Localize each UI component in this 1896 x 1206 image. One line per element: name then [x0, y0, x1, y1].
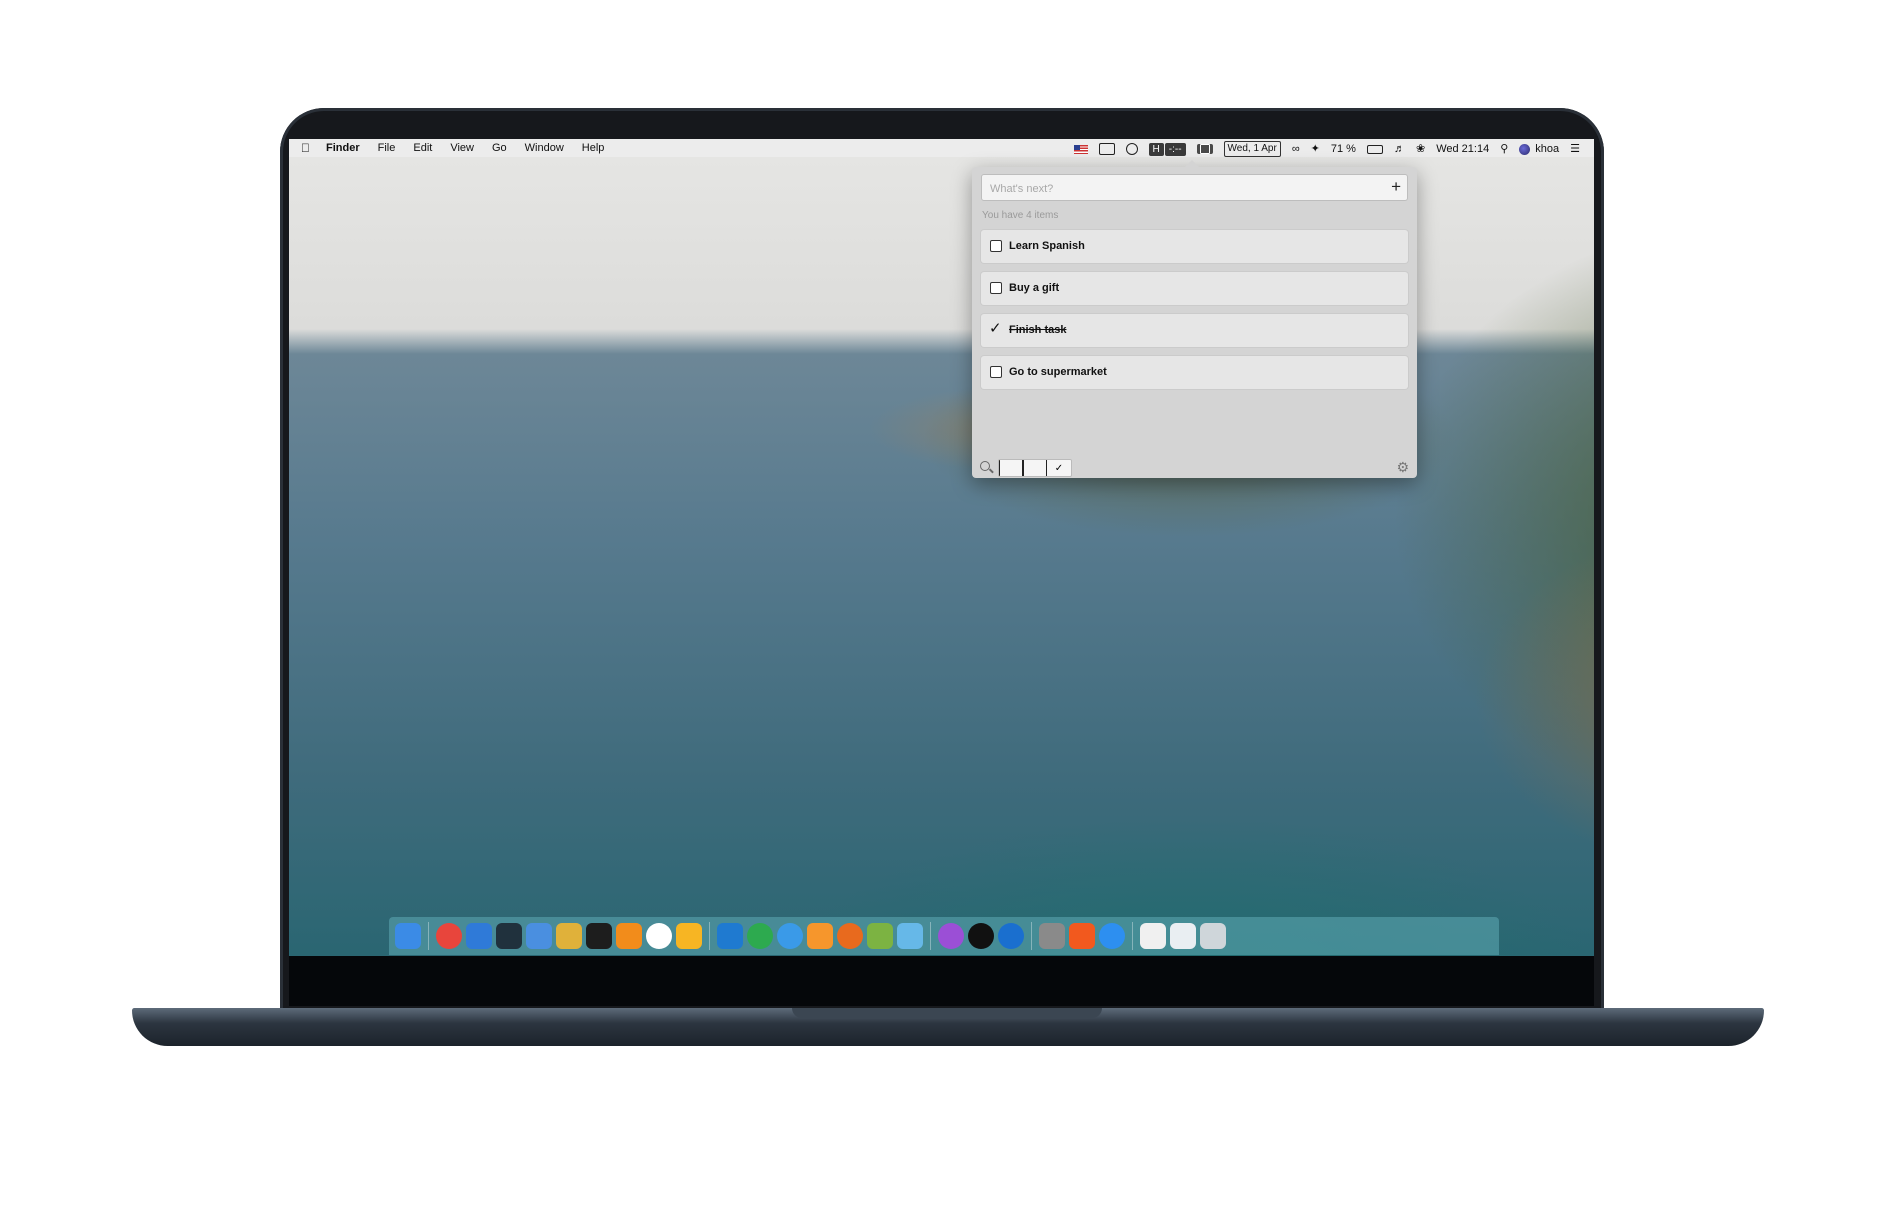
filter-segmented-control: ✓ — [998, 459, 1072, 477]
task-item[interactable]: Learn Spanish — [981, 230, 1408, 263]
window-thumb-icon[interactable] — [1170, 923, 1196, 949]
dragon-icon[interactable]: ❀ — [1416, 142, 1425, 156]
checkbox-icon[interactable] — [990, 282, 1002, 294]
spotlight-search-icon[interactable]: ⚲ — [1500, 142, 1508, 156]
sketch-icon[interactable] — [676, 923, 702, 949]
glasses-icon[interactable]: ∞ — [1292, 142, 1300, 156]
battery-percent[interactable]: 71 % — [1331, 142, 1356, 156]
todo-menubar-icon[interactable] — [1196, 144, 1213, 154]
checkbox-icon[interactable] — [990, 240, 1002, 252]
filter-all-button[interactable] — [999, 460, 1023, 476]
brave-icon[interactable] — [1069, 923, 1095, 949]
screen-bezel-bottom — [289, 956, 1594, 1006]
podcasts-icon[interactable] — [938, 923, 964, 949]
task-item[interactable]: Go to supermarket — [981, 356, 1408, 389]
item-count: You have 4 items — [982, 210, 1059, 221]
clock[interactable]: Wed 21:14 — [1436, 142, 1489, 156]
app-store-icon[interactable] — [1099, 923, 1125, 949]
task-label: Learn Spanish — [1009, 240, 1085, 252]
task-label: Finish task — [1009, 324, 1067, 336]
evernote-icon[interactable] — [747, 923, 773, 949]
input-source-flag-icon[interactable] — [1073, 144, 1088, 154]
zipper-icon[interactable] — [1140, 923, 1166, 949]
xcode-icon[interactable] — [466, 923, 492, 949]
hidden-label: H — [1148, 142, 1164, 156]
terminal-prompt-icon[interactable] — [496, 923, 522, 949]
date-box[interactable]: Wed, 1 Apr — [1223, 141, 1281, 157]
android-studio-icon[interactable] — [867, 923, 893, 949]
apple-menu-icon[interactable]:  — [301, 141, 310, 155]
files-icon[interactable] — [526, 923, 552, 949]
user-name[interactable]: khoa — [1535, 142, 1559, 156]
volume-icon[interactable]: ♬ — [1394, 142, 1405, 156]
menu-edit[interactable]: Edit — [413, 141, 432, 155]
menu-bar:  Finder File Edit View Go Window Help H… — [289, 139, 1594, 157]
slack-icon[interactable] — [646, 923, 672, 949]
menu-go[interactable]: Go — [492, 141, 507, 155]
desktop-screen:  Finder File Edit View Go Window Help H… — [289, 139, 1594, 956]
todo-popover: + You have 4 items Learn Spanish Buy a g… — [972, 160, 1417, 478]
dock-separator — [1031, 922, 1032, 950]
screen-capture-icon[interactable] — [1098, 143, 1115, 155]
battery-icon[interactable] — [1366, 144, 1383, 154]
wifi-icon[interactable]: ✦ — [1311, 142, 1320, 156]
apple-tv-icon[interactable] — [968, 923, 994, 949]
vscode-icon[interactable] — [717, 923, 743, 949]
gear-icon[interactable]: ⚙ — [1396, 458, 1409, 476]
dock-separator — [428, 922, 429, 950]
1password-icon[interactable] — [998, 923, 1024, 949]
dock-separator — [709, 922, 710, 950]
empty-box-icon — [1023, 460, 1047, 476]
menu-file[interactable]: File — [378, 141, 396, 155]
app-menu[interactable]: Finder — [326, 141, 360, 155]
task-item-completed[interactable]: ✓ Finish task — [981, 314, 1408, 347]
task-label: Buy a gift — [1009, 282, 1060, 294]
new-task-field: + — [981, 174, 1408, 201]
menu-window[interactable]: Window — [525, 141, 564, 155]
task-label: Go to supermarket — [1009, 366, 1107, 378]
menu-help[interactable]: Help — [582, 141, 605, 155]
popover-footer: ✓ ⚙ — [972, 458, 1417, 478]
checkmark-icon: ✓ — [1047, 460, 1071, 476]
search-icon[interactable] — [980, 461, 990, 471]
filter-done-button[interactable]: ✓ — [1047, 460, 1071, 476]
dock-separator — [930, 922, 931, 950]
timer-widget[interactable]: H -:-- — [1148, 142, 1186, 156]
new-task-input[interactable] — [988, 179, 1372, 198]
checkbox-icon[interactable] — [990, 366, 1002, 378]
filter-active-button[interactable] — [1023, 460, 1047, 476]
blocks-icon[interactable] — [556, 923, 582, 949]
laptop-notch — [792, 1008, 1102, 1018]
dock — [389, 917, 1499, 955]
dock-separator — [1132, 922, 1133, 950]
trash-icon[interactable] — [1200, 923, 1226, 949]
add-task-button[interactable]: + — [1391, 177, 1401, 197]
task-list: Learn Spanish Buy a gift ✓ Finish task G… — [981, 230, 1408, 398]
sublime-icon[interactable] — [616, 923, 642, 949]
timer-value: -:-- — [1164, 142, 1186, 156]
checkmark-icon[interactable]: ✓ — [989, 320, 1002, 338]
status-circle-icon[interactable] — [1125, 143, 1138, 155]
user-avatar[interactable] — [1519, 143, 1531, 155]
folder-icon[interactable] — [897, 923, 923, 949]
chrome-icon[interactable] — [436, 923, 462, 949]
task-item[interactable]: Buy a gift — [981, 272, 1408, 305]
fontbook-icon[interactable] — [1039, 923, 1065, 949]
safari-icon[interactable] — [777, 923, 803, 949]
swift-icon[interactable] — [807, 923, 833, 949]
notification-center-icon[interactable]: ☰ — [1570, 142, 1580, 156]
firefox-icon[interactable] — [837, 923, 863, 949]
terminal-icon[interactable] — [586, 923, 612, 949]
finder-icon[interactable] — [395, 923, 421, 949]
menu-view[interactable]: View — [450, 141, 474, 155]
checked-box-icon — [999, 460, 1023, 476]
